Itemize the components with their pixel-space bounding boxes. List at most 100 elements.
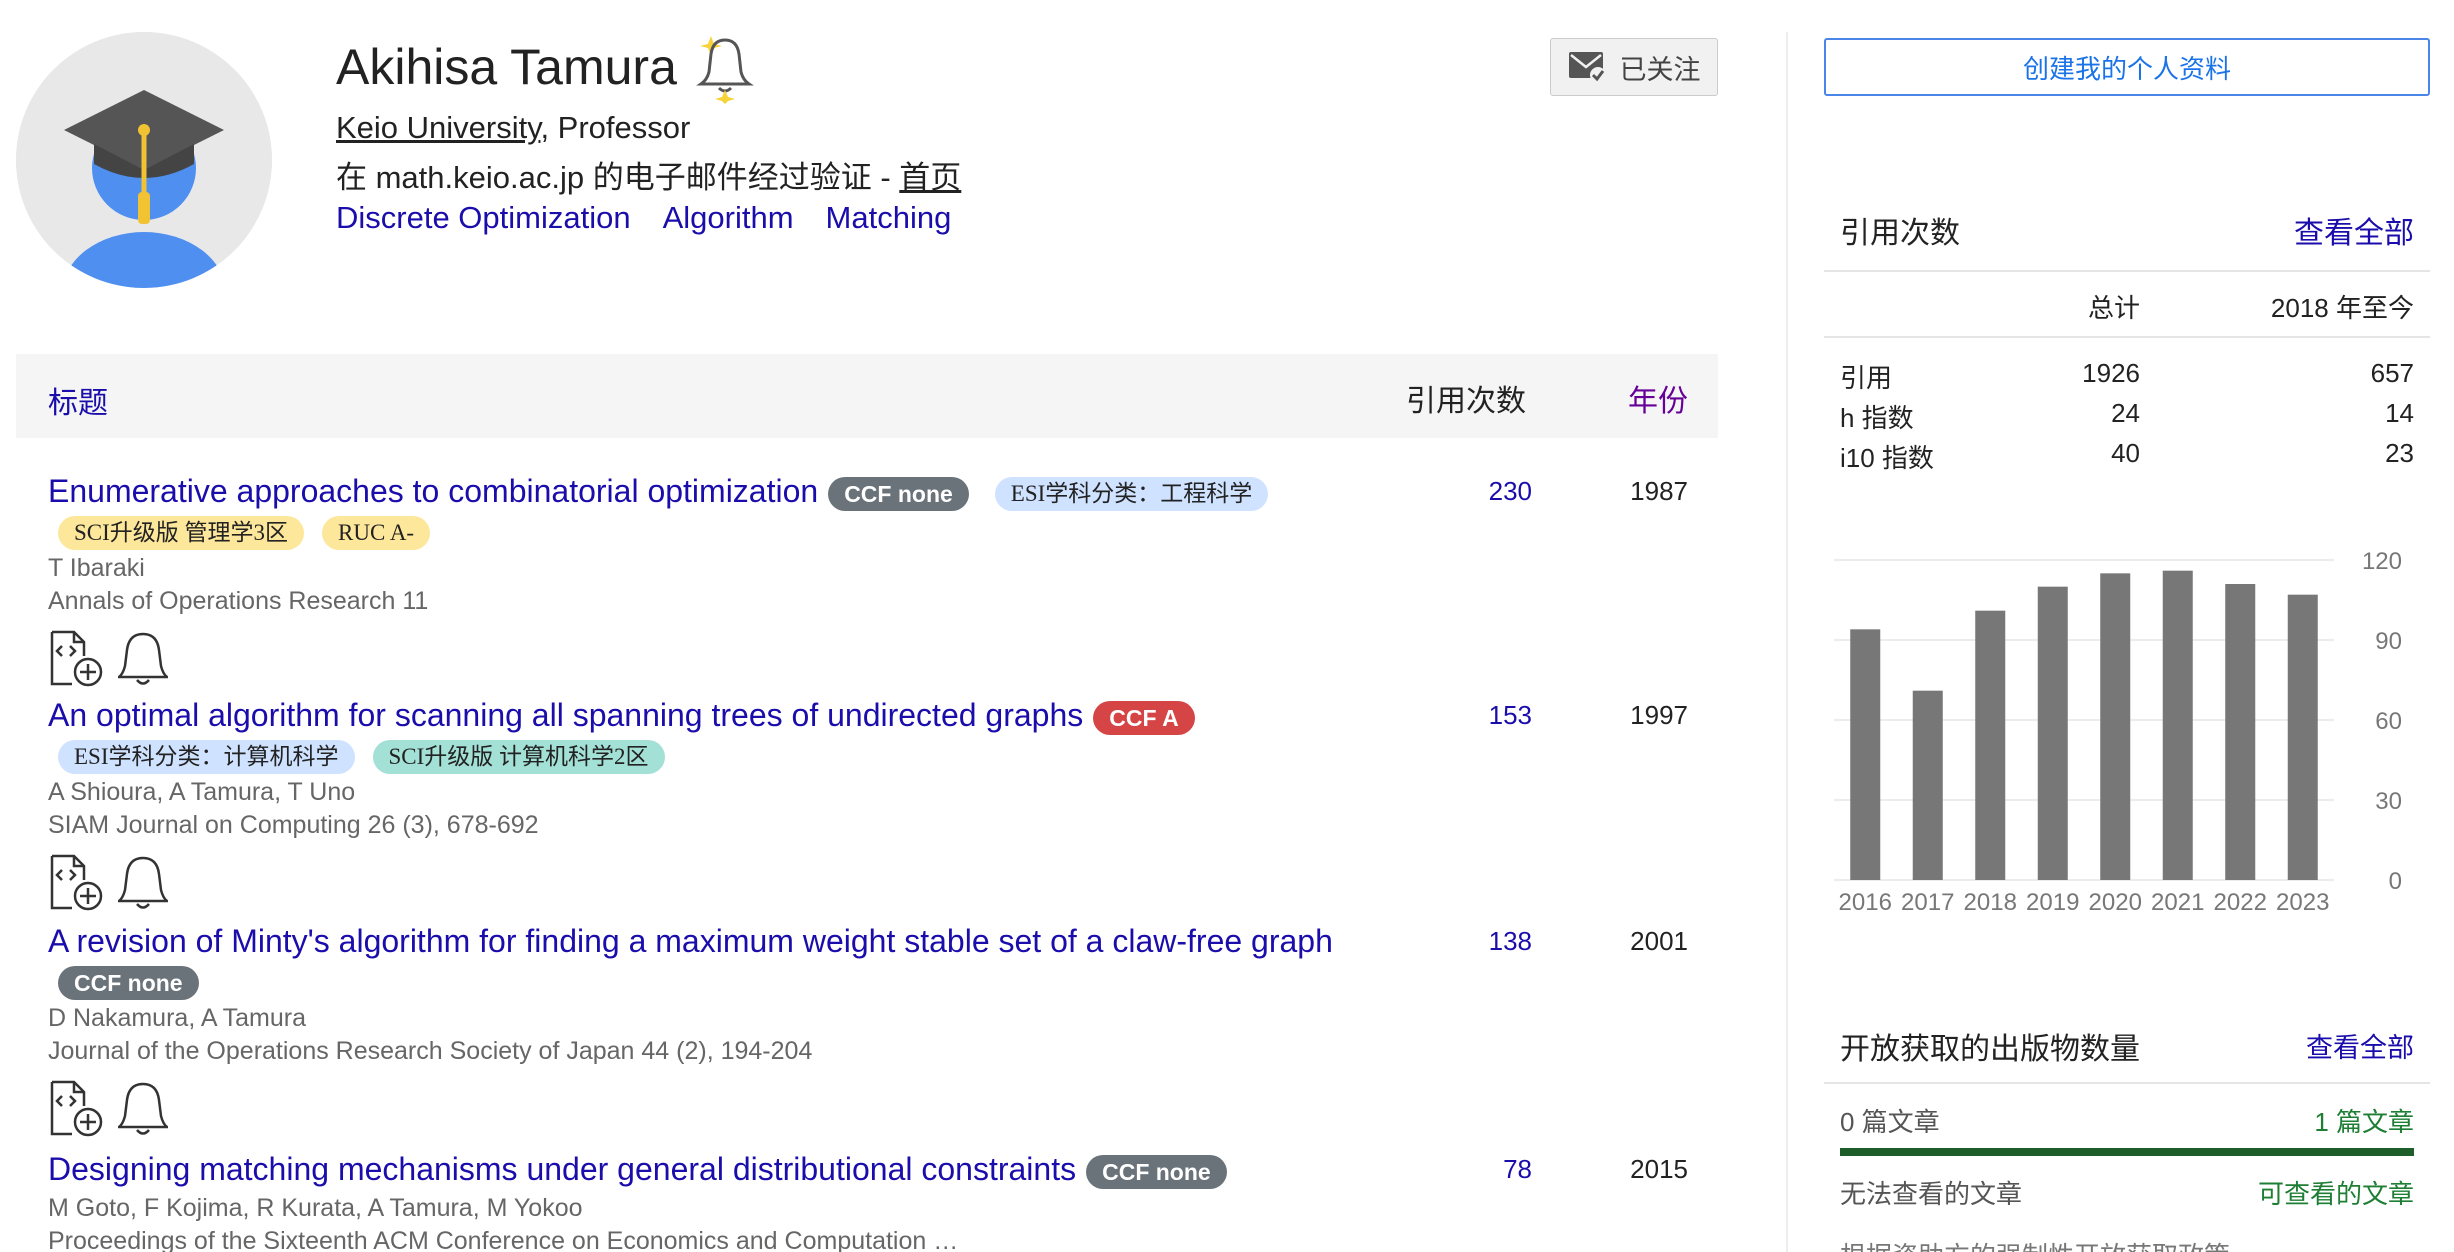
create-profile-button[interactable]: 创建我的个人资料 <box>1824 38 2430 96</box>
chart-x-tick-label: 2019 <box>2026 889 2079 916</box>
follow-bell-icon[interactable] <box>695 30 755 104</box>
citation-count-link[interactable]: 153 <box>1452 700 1532 731</box>
chart-x-tick-label: 2021 <box>2151 889 2204 916</box>
oa-available-count: 1 篇文章 <box>2314 1107 2414 1137</box>
save-to-library-icon[interactable] <box>48 1080 104 1138</box>
publication-title-link[interactable]: An optimal algorithm for scanning all sp… <box>48 697 1083 733</box>
ruc-tag: RUC A- <box>322 516 431 550</box>
open-access-title: 开放获取的出版物数量 <box>1840 1033 2140 1066</box>
publication-authors: T Ibaraki <box>48 554 145 582</box>
chart-bar-2022[interactable] <box>2225 584 2256 880</box>
cited-by-title: 引用次数 <box>1840 217 1960 250</box>
publication-venue: Proceedings of the Sixteenth ACM Confere… <box>48 1227 959 1252</box>
chart-bar-2023[interactable] <box>2287 594 2318 880</box>
oa-unavailable-count: 0 篇文章 <box>1840 1107 1940 1137</box>
tag-line: CCF none <box>48 966 1718 1000</box>
chart-x-tick-label: 2022 <box>2214 889 2267 916</box>
esi-tag: ESI学科分类：计算机科学 <box>58 740 355 774</box>
open-access-progress-bar <box>1840 1148 2414 1156</box>
publication-venue: Journal of the Operations Research Socie… <box>48 1037 813 1065</box>
affiliation-rest: , Professor <box>540 110 691 145</box>
chart-bar-2021[interactable] <box>2162 570 2193 880</box>
publication-authors: D Nakamura, A Tamura <box>48 1004 306 1032</box>
cited-by-column-header[interactable]: 引用次数 <box>1406 376 1526 420</box>
oa-unavailable-label[interactable]: 无法查看的文章 <box>1840 1174 2022 1211</box>
oa-mandates-text: 根据资助方的强制性开放获取政策 <box>1840 1236 2230 1252</box>
esi-tag: ESI学科分类：工程科学 <box>994 476 1269 511</box>
follow-button-label: 已关注 <box>1619 54 1701 85</box>
verified-email: 在 math.keio.ac.jp 的电子邮件经过验证 - 首页 <box>336 152 961 197</box>
stat-h-index-since: 14 <box>2385 398 2414 428</box>
chart-y-tick-label: 0 <box>2389 868 2402 895</box>
save-to-library-icon[interactable] <box>48 854 104 912</box>
stats-col-since: 2018 年至今 <box>2270 293 2414 323</box>
divider <box>1824 336 2430 338</box>
open-access-view-all-link[interactable]: 查看全部 <box>2200 1026 2414 1065</box>
stat-label-citations: 引用 <box>1840 363 1893 393</box>
profile-affiliation: Keio University, Professor <box>336 110 690 146</box>
interest-link-discrete-optimization[interactable]: Discrete Optimization <box>336 200 631 236</box>
publication-title-link[interactable]: Enumerative approaches to combinatorial … <box>48 473 818 509</box>
alert-bell-icon[interactable] <box>118 854 168 912</box>
publication-actions <box>48 622 1718 688</box>
verified-email-text: 在 math.keio.ac.jp 的电子邮件经过验证 - <box>336 160 900 195</box>
sort-by-title-link[interactable]: 标题 <box>48 378 108 422</box>
sci-tag: SCI升级版 计算机科学2区 <box>372 740 665 774</box>
publication-year: 2001 <box>1630 926 1688 956</box>
research-interests: Discrete Optimization Algorithm Matching <box>336 200 951 236</box>
affiliation-link[interactable]: Keio University <box>336 110 540 145</box>
citation-count-link[interactable]: 78 <box>1452 1154 1532 1185</box>
chart-y-tick-label: 90 <box>2375 628 2402 655</box>
publication-actions <box>48 846 1718 912</box>
divider <box>1824 270 2430 272</box>
chart-x-tick-label: 2023 <box>2276 889 2329 916</box>
follow-button[interactable]: 已关注 <box>1550 38 1718 96</box>
ccf-tag: CCF none <box>1086 1154 1227 1189</box>
chart-bar-2016[interactable] <box>1850 629 1881 880</box>
alert-bell-icon[interactable] <box>118 1080 168 1138</box>
stat-i10-index-total: 40 <box>2111 438 2140 468</box>
publication-authors: A Shioura, A Tamura, T Uno <box>48 778 356 806</box>
interest-link-matching[interactable]: Matching <box>826 200 952 236</box>
chart-bar-2018[interactable] <box>1975 610 2006 880</box>
chart-x-tick-label: 2020 <box>2089 889 2142 916</box>
divider <box>1824 1082 2430 1084</box>
profile-name: Akihisa Tamura <box>336 30 755 104</box>
publication-venue: Annals of Operations Research 11 <box>48 587 429 615</box>
save-to-library-icon[interactable] <box>48 630 104 688</box>
stat-label-i10-index: i10 指数 <box>1840 443 1934 473</box>
sidebar-divider <box>1786 32 1788 1252</box>
chart-y-tick-label: 120 <box>2362 548 2402 575</box>
graduate-avatar-icon <box>16 32 272 288</box>
chart-y-tick-label: 30 <box>2375 788 2402 815</box>
interest-link-algorithm[interactable]: Algorithm <box>663 200 794 236</box>
stat-label-h-index: h 指数 <box>1840 403 1914 433</box>
tag-line: ESI学科分类：计算机科学 SCI升级版 计算机科学2区 <box>48 740 1718 774</box>
chart-x-tick-label: 2018 <box>1964 889 2017 916</box>
publication-year: 1987 <box>1630 476 1688 506</box>
publication-title-link[interactable]: A revision of Minty's algorithm for find… <box>48 923 1333 959</box>
publication-year: 2015 <box>1630 1154 1688 1184</box>
publications-table-header: 标题 引用次数 年份 <box>16 354 1718 438</box>
cited-by-view-all-link[interactable]: 查看全部 <box>2200 208 2414 252</box>
chart-y-tick-label: 60 <box>2375 708 2402 735</box>
publication-title-link[interactable]: Designing matching mechanisms under gene… <box>48 1151 1076 1187</box>
homepage-link[interactable]: 首页 <box>899 160 961 195</box>
stat-citations-since: 657 <box>2370 358 2414 388</box>
ccf-tag: CCF none <box>58 966 199 1000</box>
mail-check-icon <box>1568 52 1606 83</box>
alert-bell-icon[interactable] <box>118 630 168 688</box>
publication-venue: SIAM Journal on Computing 26 (3), 678-69… <box>48 811 539 839</box>
chart-bar-2019[interactable] <box>2037 586 2068 880</box>
citation-count-link[interactable]: 138 <box>1452 926 1532 957</box>
sort-by-year-link[interactable]: 年份 <box>1628 376 1688 420</box>
stat-citations-total: 1926 <box>2082 358 2140 388</box>
chart-bar-2020[interactable] <box>2100 573 2131 880</box>
publication-authors: M Goto, F Kojima, R Kurata, A Tamura, M … <box>48 1194 583 1222</box>
oa-available-label[interactable]: 可查看的文章 <box>2150 1174 2414 1211</box>
citation-count-link[interactable]: 230 <box>1452 476 1532 507</box>
stat-i10-index-since: 23 <box>2385 438 2414 468</box>
chart-bar-2017[interactable] <box>1912 690 1943 880</box>
profile-avatar <box>16 32 272 288</box>
publication-actions <box>48 1072 1718 1138</box>
